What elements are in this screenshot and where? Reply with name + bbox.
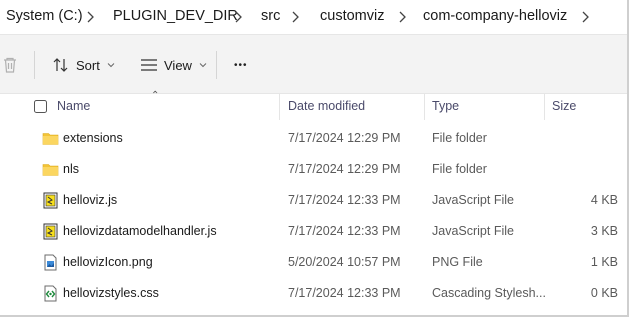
- trash-icon: [4, 57, 16, 73]
- sort-arrows-icon: [53, 58, 68, 72]
- file-date: 7/17/2024 12:33 PM: [288, 193, 401, 207]
- file-row[interactable]: helloviz.js 7/17/2024 12:33 PM JavaScrip…: [0, 185, 629, 216]
- file-name: hellovizdatamodelhandler.js: [63, 224, 217, 238]
- css-file-icon: [44, 285, 57, 302]
- chevron-right-icon[interactable]: [397, 10, 407, 24]
- command-bar: Sort View •••: [0, 34, 629, 94]
- file-list: ⌃ Name Date modified Type Size extension…: [0, 90, 629, 317]
- file-row[interactable]: hellovizIcon.png 5/20/2024 10:57 PM PNG …: [0, 247, 629, 278]
- breadcrumb-item-customviz[interactable]: customviz: [320, 8, 384, 24]
- file-date: 7/17/2024 12:29 PM: [288, 131, 401, 145]
- file-date: 7/17/2024 12:33 PM: [288, 224, 401, 238]
- image-file-icon: [44, 254, 57, 271]
- file-type: JavaScript File: [432, 224, 514, 238]
- javascript-file-icon: [43, 192, 58, 209]
- file-size: 1 KB: [590, 255, 618, 269]
- column-header-date[interactable]: Date modified: [288, 99, 365, 113]
- chevron-right-icon[interactable]: [85, 10, 95, 24]
- file-size: 3 KB: [590, 224, 618, 238]
- file-size: 4 KB: [590, 193, 618, 207]
- chevron-right-icon[interactable]: [233, 10, 243, 24]
- file-type: File folder: [432, 131, 487, 145]
- file-name: nls: [63, 162, 79, 176]
- column-divider[interactable]: [544, 94, 545, 120]
- file-name: hellovizIcon.png: [63, 255, 153, 269]
- more-options-icon: •••: [234, 59, 248, 71]
- select-all-checkbox[interactable]: [34, 100, 47, 113]
- breadcrumb-item-com-company-helloviz[interactable]: com-company-helloviz: [423, 8, 567, 24]
- file-size: 0 KB: [590, 286, 618, 300]
- column-divider[interactable]: [424, 94, 425, 120]
- file-type: PNG File: [432, 255, 483, 269]
- file-row[interactable]: nls 7/17/2024 12:29 PM File folder: [0, 154, 629, 185]
- sort-label: Sort: [76, 57, 100, 73]
- breadcrumb: System (C:) PLUGIN_DEV_DIR src customviz…: [0, 0, 629, 34]
- column-header-name[interactable]: Name: [57, 99, 90, 113]
- sort-button[interactable]: Sort: [52, 35, 116, 95]
- more-options-button[interactable]: •••: [234, 35, 248, 95]
- breadcrumb-item-plugin-dev-dir[interactable]: PLUGIN_DEV_DIR: [113, 8, 238, 24]
- file-date: 7/17/2024 12:29 PM: [288, 162, 401, 176]
- breadcrumb-item-src[interactable]: src: [261, 8, 280, 24]
- view-button[interactable]: View: [140, 35, 208, 95]
- file-type: Cascading Stylesh...: [432, 286, 546, 300]
- file-name: extensions: [63, 131, 123, 145]
- file-name: hellovizstyles.css: [63, 286, 159, 300]
- column-divider[interactable]: [279, 94, 280, 120]
- file-type: JavaScript File: [432, 193, 514, 207]
- folder-icon: [42, 164, 59, 176]
- toolbar-divider: [34, 51, 35, 79]
- delete-button[interactable]: [2, 35, 18, 95]
- javascript-file-icon: [43, 223, 58, 240]
- sort-indicator-icon: ⌃: [151, 90, 160, 101]
- file-row[interactable]: extensions 7/17/2024 12:29 PM File folde…: [0, 123, 629, 154]
- file-row[interactable]: hellovizdatamodelhandler.js 7/17/2024 12…: [0, 216, 629, 247]
- folder-icon: [42, 133, 59, 145]
- column-header-row: ⌃ Name Date modified Type Size: [0, 90, 629, 120]
- chevron-right-icon[interactable]: [290, 10, 300, 24]
- file-row[interactable]: hellovizstyles.css 7/17/2024 12:33 PM Ca…: [0, 278, 629, 309]
- file-name: helloviz.js: [63, 193, 118, 207]
- breadcrumb-item-drive[interactable]: System (C:): [6, 8, 83, 24]
- chevron-down-icon: [199, 63, 207, 68]
- view-list-icon: [141, 59, 157, 71]
- file-type: File folder: [432, 162, 487, 176]
- chevron-down-icon: [107, 63, 115, 68]
- column-header-size[interactable]: Size: [552, 99, 576, 113]
- file-date: 5/20/2024 10:57 PM: [288, 255, 401, 269]
- column-header-type[interactable]: Type: [432, 99, 459, 113]
- chevron-right-icon[interactable]: [580, 10, 590, 24]
- file-date: 7/17/2024 12:33 PM: [288, 286, 401, 300]
- view-label: View: [164, 57, 192, 73]
- toolbar-divider: [216, 51, 217, 79]
